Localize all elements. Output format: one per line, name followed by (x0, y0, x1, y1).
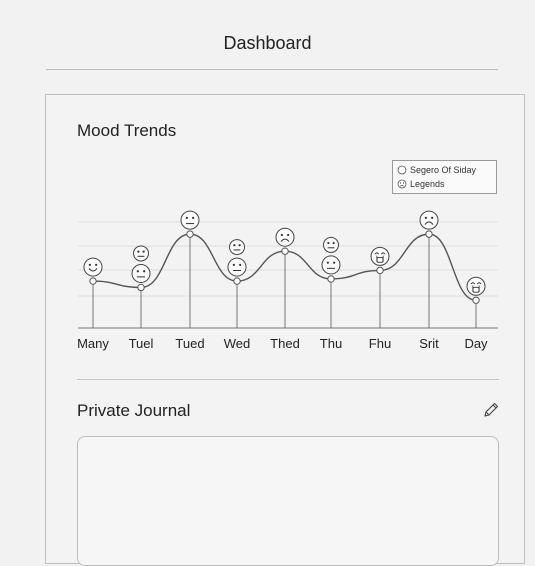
crying-face-icon (370, 246, 390, 266)
data-point (186, 230, 194, 238)
x-tick-label: Srit (419, 336, 439, 351)
x-tick-label: Wed (224, 336, 251, 351)
x-tick-label: Tued (175, 336, 204, 351)
data-point (281, 247, 289, 255)
data-point (89, 277, 97, 285)
neutral-face-icon (321, 255, 341, 275)
neutral-face-icon (229, 239, 245, 256)
sad-face-icon (419, 210, 439, 230)
data-point (472, 296, 480, 304)
smile-face-icon (83, 257, 103, 277)
data-point (233, 277, 241, 285)
x-tick-label: Fhu (369, 336, 391, 351)
data-point (376, 266, 384, 275)
mood-trends-chart: Many Tuel Tued Wed Thed Thu Fhu Srit Day (77, 210, 498, 351)
x-tick-label: Tuel (129, 336, 154, 351)
neutral-face-icon (180, 210, 200, 230)
neutral-face-icon (133, 245, 149, 262)
journal-title: Private Journal (77, 401, 191, 420)
neutral-face-icon (131, 263, 151, 283)
x-tick-label: Many (77, 336, 109, 351)
data-point (137, 283, 145, 292)
neutral-face-icon (323, 236, 339, 253)
x-tick-label: Thed (270, 336, 300, 351)
pencil-icon[interactable] (481, 400, 501, 420)
x-tick-label: Thu (320, 336, 342, 351)
journal-entry-input[interactable] (77, 436, 499, 566)
sad-face-icon (275, 227, 295, 247)
x-tick-label: Day (464, 336, 488, 351)
crying-face-icon (466, 276, 486, 296)
neutral-face-icon (227, 257, 247, 277)
section-divider (77, 379, 499, 380)
data-point (425, 230, 433, 238)
data-point (327, 275, 335, 283)
